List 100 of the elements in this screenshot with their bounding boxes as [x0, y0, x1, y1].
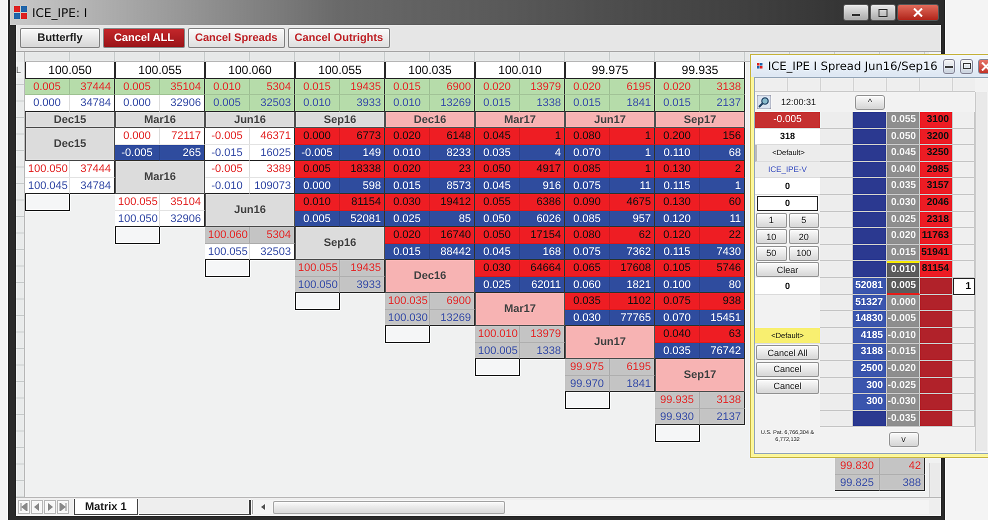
- price-cell[interactable]: -0.010: [887, 328, 920, 344]
- bid-cell[interactable]: [853, 162, 887, 178]
- quantity-button[interactable]: 1: [756, 212, 786, 228]
- ask-cell[interactable]: 2318: [920, 212, 953, 228]
- bid-cell[interactable]: 300: [853, 394, 887, 411]
- quantity-button[interactable]: 5: [788, 212, 819, 228]
- price-cell: 0.005: [25, 78, 70, 95]
- bid-cell[interactable]: [853, 112, 887, 129]
- quantity-button[interactable]: 20: [788, 229, 819, 244]
- toolbar-button[interactable]: Cancel Outrights: [288, 28, 390, 48]
- price-cell[interactable]: 0.010: [887, 261, 920, 278]
- order-button[interactable]: Cancel: [756, 378, 819, 394]
- minimize-button[interactable]: [942, 58, 956, 74]
- ask-cell[interactable]: [920, 410, 953, 428]
- first-sheet-icon[interactable]: [18, 500, 30, 514]
- next-sheet-icon[interactable]: [44, 500, 56, 514]
- quantity-cell: 68: [700, 144, 745, 161]
- ask-cell[interactable]: 2046: [920, 194, 953, 212]
- bid-cell[interactable]: [853, 228, 887, 245]
- ask-cell[interactable]: 81154: [920, 261, 953, 278]
- price-cell[interactable]: 0.025: [887, 212, 920, 228]
- search-icon[interactable]: [757, 95, 771, 109]
- bid-cell[interactable]: [853, 244, 887, 262]
- bid-cell[interactable]: [853, 128, 887, 146]
- bid-cell[interactable]: 4185: [853, 328, 887, 344]
- toolbar-button[interactable]: Butterfly: [20, 28, 100, 48]
- quantity-button[interactable]: 100: [788, 246, 819, 261]
- quantity-button[interactable]: 10: [756, 229, 786, 244]
- bid-cell[interactable]: 2500: [853, 360, 887, 378]
- ask-cell[interactable]: [920, 378, 953, 394]
- price-cell[interactable]: -0.020: [887, 360, 920, 378]
- window-title: ICE_IPE: I: [32, 6, 88, 20]
- price-cell: 0.070: [655, 310, 700, 326]
- ask-cell[interactable]: [920, 344, 953, 361]
- ask-cell[interactable]: 3100: [920, 112, 953, 129]
- price-cell[interactable]: 0.015: [887, 244, 920, 262]
- scrollbar[interactable]: [975, 92, 987, 452]
- scroll-up-button[interactable]: ^: [855, 94, 885, 110]
- bid-cell[interactable]: [853, 212, 887, 228]
- price-cell[interactable]: 0.000: [887, 294, 920, 312]
- maximize-button[interactable]: [870, 4, 896, 21]
- bid-cell[interactable]: 52081: [853, 278, 887, 295]
- ask-cell[interactable]: 3250: [920, 145, 953, 162]
- bid-cell[interactable]: 300: [853, 378, 887, 394]
- quantity-cell: 32503: [250, 244, 295, 260]
- price-cell[interactable]: 0.050: [887, 128, 920, 146]
- scroll-left-icon[interactable]: [258, 503, 267, 511]
- price-cell[interactable]: 0.005: [887, 278, 920, 295]
- last-cell: [953, 394, 975, 411]
- price-cell: 0.015: [295, 78, 340, 95]
- previous-sheet-icon[interactable]: [31, 500, 43, 514]
- bid-cell[interactable]: [853, 194, 887, 212]
- toolbar-button[interactable]: Cancel Spreads: [188, 28, 285, 48]
- order-button[interactable]: Cancel: [756, 362, 819, 377]
- bid-cell[interactable]: [853, 178, 887, 195]
- price-cell[interactable]: -0.030: [887, 394, 920, 411]
- close-button[interactable]: [897, 4, 939, 21]
- price-cell[interactable]: 0.055: [887, 112, 920, 129]
- horizontal-scrollbar[interactable]: [252, 500, 929, 514]
- ask-cell[interactable]: [920, 311, 953, 328]
- scroll-down-button[interactable]: v: [888, 432, 918, 447]
- ask-cell[interactable]: 51941: [920, 244, 953, 262]
- ask-cell[interactable]: 11763: [920, 228, 953, 245]
- bid-cell[interactable]: [853, 261, 887, 278]
- price-cell[interactable]: -0.005: [887, 311, 920, 328]
- order-button[interactable]: Clear: [756, 262, 819, 278]
- minimize-button[interactable]: [843, 4, 869, 21]
- quantity-cell: 1: [610, 144, 655, 161]
- ask-cell[interactable]: 2985: [920, 162, 953, 178]
- sheet-tab[interactable]: Matrix 1: [74, 499, 138, 515]
- ask-cell[interactable]: 3200: [920, 128, 953, 146]
- scroll-thumb[interactable]: [272, 500, 505, 514]
- last-cell: [953, 311, 975, 328]
- ask-cell[interactable]: 3157: [920, 178, 953, 195]
- quantity-cell: 6026: [520, 210, 565, 227]
- last-sheet-icon[interactable]: [57, 500, 69, 514]
- price-cell[interactable]: -0.015: [887, 344, 920, 361]
- scrollbar[interactable]: [929, 463, 941, 497]
- bid-cell[interactable]: 14830: [853, 311, 887, 328]
- bid-cell[interactable]: 51327: [853, 294, 887, 312]
- maximize-button[interactable]: [960, 58, 974, 74]
- price-cell[interactable]: -0.035: [887, 410, 920, 428]
- quantity-button[interactable]: 50: [756, 246, 786, 261]
- ask-cell[interactable]: [920, 278, 953, 295]
- bid-cell[interactable]: 3188: [853, 344, 887, 361]
- ask-cell[interactable]: [920, 360, 953, 378]
- price-cell[interactable]: 0.040: [887, 162, 920, 178]
- price-cell[interactable]: 0.020: [887, 228, 920, 245]
- order-button[interactable]: Cancel All: [756, 345, 819, 360]
- ask-cell[interactable]: [920, 294, 953, 312]
- price-cell[interactable]: 0.045: [887, 145, 920, 162]
- bid-cell[interactable]: [853, 410, 887, 428]
- quantity-field[interactable]: 0: [757, 196, 818, 211]
- ask-cell[interactable]: [920, 328, 953, 344]
- toolbar-button[interactable]: Cancel ALL: [103, 28, 185, 48]
- bid-cell[interactable]: [853, 145, 887, 162]
- price-cell[interactable]: 0.030: [887, 194, 920, 212]
- price-cell[interactable]: 0.035: [887, 178, 920, 195]
- price-cell[interactable]: -0.025: [887, 378, 920, 394]
- ask-cell[interactable]: [920, 394, 953, 411]
